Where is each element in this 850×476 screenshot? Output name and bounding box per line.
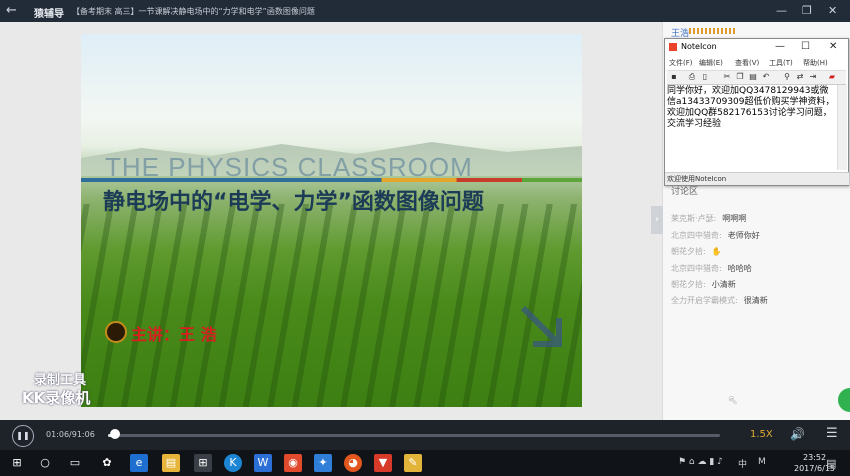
paste-icon[interactable]: ▤ [748,72,758,82]
lecturer-avatar-icon [105,321,127,343]
ime-indicator[interactable]: 中 [738,457,747,470]
format-icon[interactable]: ▰ [827,72,837,82]
chat-message: 朝花夕拾: 小清新 [671,279,736,290]
window-titlebar: ← 猿辅导 【备考期末 高三】一节课解决静电场中的“力学和电学”函数图像问题 —… [0,0,850,22]
minimize-button[interactable]: — [776,4,787,17]
restore-button[interactable]: ❐ [802,4,812,17]
notepad-close-button[interactable]: ✕ [829,41,837,52]
progress-track[interactable] [108,434,720,437]
file-explorer-icon[interactable]: ▤ [162,454,180,472]
slide-lecturer: 主讲：王 浩 [131,325,217,344]
chat-user: 莱克斯·卢瑟: [671,214,717,223]
notepad-text-area[interactable]: 同学你好，欢迎加QQ3478129943或微信a13433709309超低价购买… [667,86,837,170]
preview-icon[interactable]: ▯ [700,72,710,82]
progress-knob[interactable] [110,429,121,439]
chat-user: 朝花夕拾: [671,247,706,256]
menu-tools[interactable]: 工具(T) [769,58,793,68]
ime-mode-indicator[interactable]: M [758,457,766,467]
notification-icon[interactable]: ▤ [826,457,836,470]
replace-icon[interactable]: ⇄ [795,72,805,82]
app-icon-shield[interactable]: ▼ [374,454,392,472]
pause-button[interactable]: ❚❚ [12,425,34,447]
windows-start-icon[interactable]: ⊞ [8,454,26,472]
chat-text: 老师你好 [727,231,760,240]
chat-text: 啊啊啊 [722,214,747,223]
settings-app-icon[interactable]: ✿ [98,454,116,472]
kk-app-icon[interactable]: K [224,454,242,472]
notepad-toolbar: ▪ ⎙ ▯ ✂ ❐ ▤ ↶ ⚲ ⇄ ⇥ ▰ [667,70,846,85]
volume-icon[interactable]: 🔊 [790,427,805,441]
app-icon-red[interactable]: ◉ [284,454,302,472]
notepad-app-icon [669,43,677,51]
chat-user: 朝花夕拾: [671,280,706,289]
menu-edit[interactable]: 编辑(E) [699,58,723,68]
chat-user: 北京四中猎奇: [671,231,722,240]
notepad-window: NoteIcon — ☐ ✕ 文件(F) 编辑(E) 查看(V) 工具(T) 帮… [664,38,849,186]
chat-message: 北京四中猎奇: 老师你好 [671,230,760,241]
speed-button[interactable]: 1.5X [750,429,773,440]
menu-help[interactable]: 帮助(H) [803,58,828,68]
goto-icon[interactable]: ⇥ [808,72,818,82]
lecture-slide: THE PHYSICS CLASSROOM 静电场中的“电学、力学”函数图像问题… [81,34,582,407]
course-title: 【备考期末 高三】一节课解决静电场中的“力学和电学”函数图像问题 [72,7,315,16]
print-icon[interactable]: ⎙ [687,72,697,82]
notepad-title: NoteIcon [681,42,717,51]
slide-tea-rows [81,204,582,407]
copy-icon[interactable]: ❐ [735,72,745,82]
store-icon[interactable]: ⊞ [194,454,212,472]
close-button[interactable]: ✕ [828,4,837,17]
playback-time: 01:06/91:06 [46,430,95,439]
app-name: 猿辅导 [34,9,64,20]
chat-user: 北京四中猎奇: [671,264,722,273]
chat-text: 很清新 [743,296,768,305]
windows-taskbar: ⊞ ○ ▭ ✿ e ▤ ⊞ K W ◉ ✦ ◕ ▼ ✎ ⚑ ⌂ ☁ ▮ ♪ 中 … [0,450,850,476]
menu-view[interactable]: 查看(V) [735,58,759,68]
notepad-maximize-button[interactable]: ☐ [801,41,810,52]
undo-icon[interactable]: ↶ [761,72,771,82]
mouse-cursor-icon: ↖ [728,393,739,407]
watermark-line-1: 录制工具 [34,373,87,388]
slide-arrow-icon [520,305,562,347]
chat-message: 全力开启学霸模式: 很清新 [671,295,768,306]
chat-user: 全力开启学霸模式: [671,296,738,305]
find-icon[interactable]: ⚲ [782,72,792,82]
chat-text: 哈哈哈 [727,264,752,273]
yuanfudao-app-icon[interactable]: ◕ [344,454,362,472]
notepad-menubar: 文件(F) 编辑(E) 查看(V) 工具(T) 帮助(H) [667,58,847,69]
chat-text: ✋ [711,247,722,256]
notepad-app-taskbar-icon[interactable]: ✎ [404,454,422,472]
notepad-statusbar: 欢迎使用NoteIcon [665,172,849,185]
save-icon[interactable]: ▪ [669,72,679,82]
search-icon[interactable]: ○ [36,454,54,472]
watermark-line-2: KK录像机 [22,389,91,407]
tray-icons[interactable]: ⚑ ⌂ ☁ ▮ ♪ [678,457,723,467]
audio-level-indicator [689,28,735,34]
word-app-icon[interactable]: W [254,454,272,472]
app-icon-blue[interactable]: ✦ [314,454,332,472]
slide-chinese-title: 静电场中的“电学、力学”函数图像问题 [103,190,484,215]
menu-file[interactable]: 文件(F) [669,58,693,68]
edge-browser-icon[interactable]: e [130,454,148,472]
notepad-scrollbar[interactable] [837,85,847,170]
back-arrow-icon[interactable]: ← [6,3,17,18]
cut-icon[interactable]: ✂ [722,72,732,82]
chat-message: 朝花夕拾: ✋ [671,246,722,257]
notepad-minimize-button[interactable]: — [775,41,785,52]
playlist-icon[interactable]: ☰ [826,426,838,441]
player-controls: ❚❚ 01:06/91:06 1.5X 🔊 ☰ [0,420,850,450]
task-view-icon[interactable]: ▭ [66,454,84,472]
chat-text: 小清新 [711,280,736,289]
slide-color-stripe [81,178,582,182]
chat-message: 北京四中猎奇: 哈哈哈 [671,263,752,274]
chat-message: 莱克斯·卢瑟: 啊啊啊 [671,213,746,224]
panel-collapse-button[interactable]: › [651,206,663,234]
